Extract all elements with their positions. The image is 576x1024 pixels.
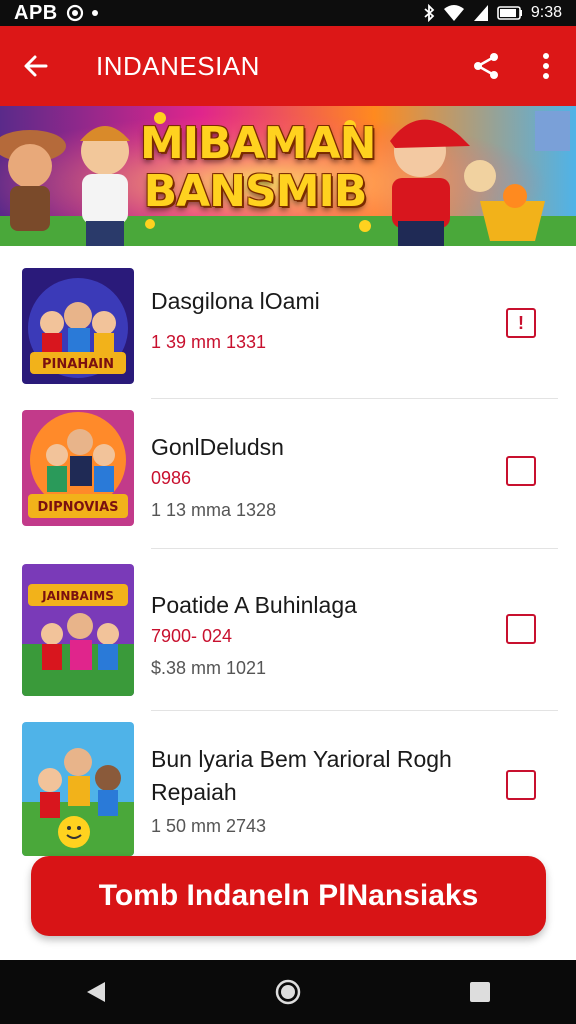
item-name-line-2: Repaiah	[151, 779, 237, 805]
arrow-left-icon	[24, 55, 48, 77]
item-price: 7900- 024	[151, 626, 233, 646]
nav-recents-icon	[470, 982, 490, 1002]
wifi-icon	[443, 4, 465, 22]
nav-home-icon	[275, 979, 301, 1005]
item-thumbnail: JAINBAIMS	[22, 564, 134, 696]
status-right: 9:38	[423, 4, 562, 22]
banner-line-1: MIBAMAN	[140, 118, 376, 169]
status-app-label: APB	[14, 1, 58, 24]
product-list: PINAHAIN Dasgilona lOami 1 39 mm 1331 ! …	[0, 246, 576, 856]
notification-icon	[66, 4, 84, 22]
back-button[interactable]	[0, 26, 72, 106]
item-name: Dasgilona lOami	[151, 288, 320, 314]
more-button[interactable]	[516, 26, 576, 106]
thumb-title-2: DIPNOVIAS	[37, 500, 118, 515]
share-icon	[474, 53, 498, 79]
item-subtitle: 1 50 mm 2743	[151, 816, 267, 836]
bluetooth-icon	[423, 4, 435, 22]
item-subtitle: 1 13 mma 1328	[151, 500, 277, 520]
item-name: GonlDeludsn	[151, 434, 284, 460]
list-item[interactable]: JAINBAIMS Poatide A Buhinlaga 7900- 024 …	[0, 554, 576, 711]
system-nav-bar	[0, 960, 576, 1024]
item-thumbnail: PINAHAIN	[22, 268, 134, 384]
item-checkbox[interactable]	[506, 770, 536, 800]
status-time: 9:38	[530, 4, 562, 21]
dot-icon	[91, 10, 98, 16]
list-item[interactable]: Bun lyaria Bem Yarioral Rogh Repaiah 1 5…	[0, 712, 576, 856]
item-price: 0986	[151, 468, 192, 488]
list-item[interactable]: PINAHAIN Dasgilona lOami 1 39 mm 1331 !	[0, 246, 576, 399]
status-left: APB	[14, 2, 98, 25]
item-subtitle: 1 39 mm 1331	[151, 332, 267, 352]
item-checkbox[interactable]	[506, 456, 536, 486]
list-item[interactable]: DIPNOVIAS GonlDeludsn 0986 1 13 mma 1328	[0, 400, 576, 549]
item-name: Poatide A Buhinlaga	[151, 592, 357, 618]
nav-recents-button[interactable]	[450, 960, 510, 1024]
more-vert-icon	[543, 53, 549, 79]
signal-icon	[473, 4, 489, 22]
primary-cta-button[interactable]: Tomb Indaneln PlNansiaks	[31, 856, 546, 936]
nav-home-button[interactable]	[258, 960, 318, 1024]
item-name: Bun lyaria Bem Yarioral Rogh	[151, 746, 452, 772]
item-thumbnail: DIPNOVIAS	[22, 410, 134, 526]
banner-line-2: BANSMIB	[143, 166, 368, 217]
status-bar: APB 9:38	[0, 0, 576, 26]
item-thumbnail	[22, 722, 134, 856]
item-checkbox[interactable]	[506, 614, 536, 644]
thumb-title-3: JAINBAIMS	[41, 589, 114, 603]
item-subtitle: $.38 mm 1021	[151, 658, 267, 678]
promo-banner[interactable]: MIBAMAN BANSMIB	[0, 106, 576, 246]
thumb-title-1: PINAHAIN	[42, 357, 114, 372]
divider	[151, 548, 558, 549]
page-title: INDANESIAN	[96, 50, 260, 81]
nav-back-button[interactable]	[66, 960, 126, 1024]
item-alert-checkbox[interactable]: !	[506, 308, 536, 338]
app-bar: INDANESIAN	[0, 26, 576, 106]
banner-title: MIBAMAN BANSMIB	[140, 118, 376, 217]
divider	[151, 398, 558, 399]
battery-icon	[497, 5, 523, 21]
divider	[151, 710, 558, 711]
share-button[interactable]	[456, 26, 516, 106]
nav-back-icon	[87, 982, 105, 1002]
